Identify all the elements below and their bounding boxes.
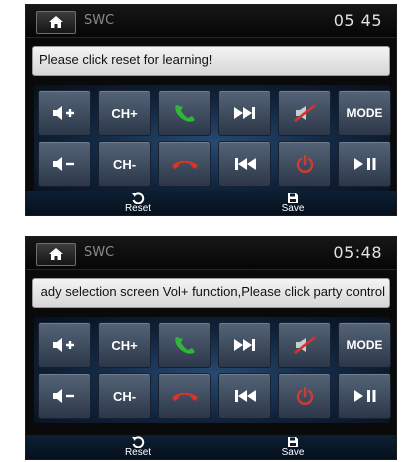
power-button[interactable] — [278, 373, 331, 419]
clock: 05 45 — [333, 11, 382, 30]
volume-down-icon — [52, 389, 74, 403]
vol-up-button[interactable] — [38, 90, 91, 136]
skip-prev-icon — [234, 390, 256, 402]
reset-button[interactable]: Reset — [98, 435, 178, 459]
ch-up-label: CH+ — [111, 337, 138, 353]
top-bar: SWC 05:48 — [26, 237, 396, 270]
mode-label: MODE — [346, 338, 383, 352]
save-label: Save — [281, 203, 305, 214]
save-button[interactable]: Save — [253, 191, 333, 215]
ch-down-button[interactable]: CH- — [98, 373, 151, 419]
skip-prev-icon — [234, 158, 256, 170]
volume-up-icon — [52, 106, 74, 120]
phone-hangup-icon — [171, 160, 198, 169]
volume-down-icon — [52, 157, 74, 171]
bottom-bar: Reset Save — [26, 435, 396, 459]
mute-icon — [293, 104, 316, 122]
mute-icon — [293, 336, 316, 354]
app-title: SWC — [84, 245, 115, 260]
home-icon — [49, 16, 63, 28]
power-icon — [296, 154, 313, 173]
mode-button[interactable]: MODE — [338, 90, 391, 136]
home-button[interactable] — [36, 243, 76, 266]
ch-down-label: CH- — [112, 156, 137, 172]
ch-down-button[interactable]: CH- — [98, 141, 151, 187]
phone-answer-icon — [174, 105, 195, 122]
skip-next-icon — [233, 107, 255, 119]
play-pause-button[interactable] — [338, 141, 391, 187]
ch-up-button[interactable]: CH+ — [98, 322, 151, 368]
key-grid: CH+ MODE CH- — [34, 317, 391, 423]
save-label: Save — [281, 447, 305, 458]
play-pause-button[interactable] — [338, 373, 391, 419]
phone-answer-icon — [174, 337, 195, 354]
ch-down-label: CH- — [112, 388, 137, 404]
power-icon — [296, 386, 313, 405]
save-button[interactable]: Save — [253, 435, 333, 459]
call-answer-button[interactable] — [158, 90, 211, 136]
power-button[interactable] — [278, 141, 331, 187]
message-text: Please click reset for learning! — [39, 52, 213, 67]
volume-up-icon — [52, 338, 74, 352]
bottom-bar: Reset Save — [26, 191, 396, 215]
message-bar: ady selection screen Vol+ function,Pleas… — [32, 278, 390, 308]
hang-up-button[interactable] — [158, 141, 211, 187]
hang-up-button[interactable] — [158, 373, 211, 419]
next-track-button[interactable] — [218, 90, 271, 136]
phone-hangup-icon — [171, 392, 198, 401]
swc-screen-1: SWC 05 45 Please click reset for learnin… — [25, 4, 397, 216]
call-answer-button[interactable] — [158, 322, 211, 368]
app-title: SWC — [84, 13, 115, 28]
home-button[interactable] — [36, 11, 76, 34]
message-text: ady selection screen Vol+ function,Pleas… — [40, 284, 385, 299]
ch-up-label: CH+ — [111, 105, 138, 121]
swc-screen-2: SWC 05:48 ady selection screen Vol+ func… — [25, 236, 397, 460]
message-bar: Please click reset for learning! — [32, 46, 390, 76]
mode-button[interactable]: MODE — [338, 322, 391, 368]
skip-next-icon — [233, 339, 255, 351]
play-pause-icon — [353, 390, 375, 402]
reset-label: Reset — [124, 447, 152, 458]
vol-down-button[interactable] — [38, 373, 91, 419]
vol-up-button[interactable] — [38, 322, 91, 368]
play-pause-icon — [353, 158, 375, 170]
reset-label: Reset — [124, 203, 152, 214]
prev-track-button[interactable] — [218, 373, 271, 419]
prev-track-button[interactable] — [218, 141, 271, 187]
reset-button[interactable]: Reset — [98, 191, 178, 215]
top-bar: SWC 05 45 — [26, 5, 396, 38]
ch-up-button[interactable]: CH+ — [98, 90, 151, 136]
clock: 05:48 — [333, 243, 382, 262]
home-icon — [49, 248, 63, 260]
mute-button[interactable] — [278, 322, 331, 368]
vol-down-button[interactable] — [38, 141, 91, 187]
mute-button[interactable] — [278, 90, 331, 136]
mode-label: MODE — [346, 106, 383, 120]
key-grid: CH+ MODE CH- — [34, 85, 391, 191]
next-track-button[interactable] — [218, 322, 271, 368]
